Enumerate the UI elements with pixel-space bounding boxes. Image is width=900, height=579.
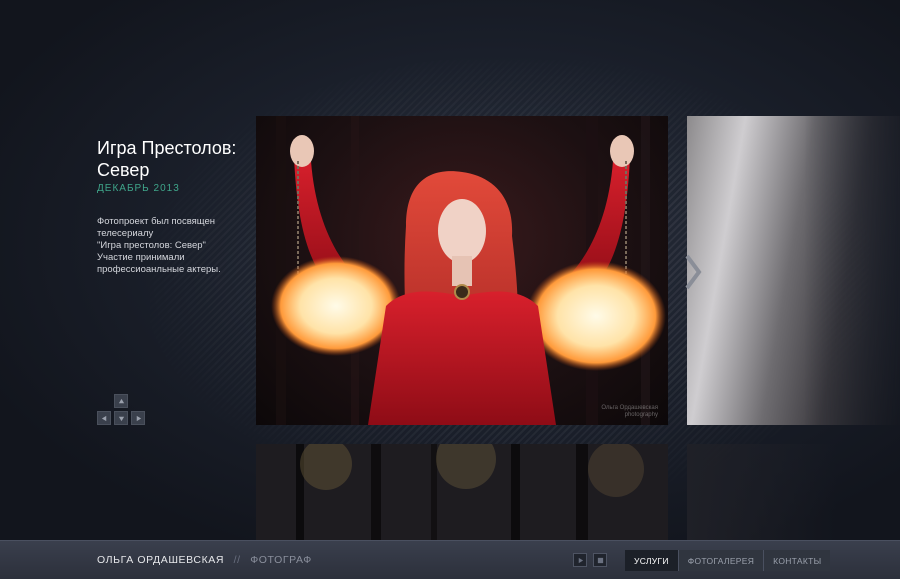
nav-left-button[interactable] <box>97 411 111 425</box>
next-photo-preview[interactable] <box>687 116 900 425</box>
nav-right-button[interactable] <box>131 411 145 425</box>
photographer-name[interactable]: ОЛЬГА ОРДАШЕВСКАЯ <box>97 554 224 566</box>
project-title: Игра Престолов: Север <box>97 138 237 180</box>
main-photo[interactable]: Ольга Ордашевская photography <box>256 116 668 425</box>
photographer-role: ФОТОГРАФ <box>250 554 312 566</box>
brand: ОЛЬГА ОРДАШЕВСКАЯ // ФОТОГРАФ <box>97 554 312 566</box>
brand-separator: // <box>233 554 241 566</box>
menu-item-services[interactable]: УСЛУГИ <box>625 550 678 571</box>
slideshow-play-button[interactable] <box>573 553 587 567</box>
nav-up-button[interactable] <box>114 394 128 408</box>
project-description: Фотопроект был посвящен телесериалу "Игр… <box>97 216 221 275</box>
lower-right-preview <box>687 444 837 540</box>
nav-down-button[interactable] <box>114 411 128 425</box>
slideshow-stage: Игра Престолов: Север ДЕКАБРЬ 2013 Фотоп… <box>0 0 900 540</box>
play-icon <box>578 557 583 563</box>
arrow-right-icon <box>136 415 141 421</box>
photo-watermark: Ольга Ордашевская photography <box>601 405 658 418</box>
arrow-down-icon <box>118 416 124 421</box>
project-date: ДЕКАБРЬ 2013 <box>97 183 180 194</box>
stop-icon <box>597 557 603 563</box>
slideshow-stop-button[interactable] <box>593 553 607 567</box>
photo-illustration <box>271 116 666 425</box>
menu-item-contacts[interactable]: КОНТАКТЫ <box>763 550 831 571</box>
gallery-navigation <box>97 394 147 426</box>
chevron-right-icon[interactable] <box>683 254 703 290</box>
project-info: Игра Престолов: Север ДЕКАБРЬ 2013 Фотоп… <box>97 137 257 276</box>
forest-illustration <box>256 444 668 540</box>
menu-item-gallery[interactable]: ФОТОГАЛЕРЕЯ <box>677 550 764 571</box>
footer-bar: ОЛЬГА ОРДАШЕВСКАЯ // ФОТОГРАФ УСЛУГИ ФОТ… <box>0 540 900 579</box>
lower-photo-preview[interactable] <box>256 444 668 540</box>
arrow-left-icon <box>101 415 106 421</box>
arrow-up-icon <box>118 398 124 403</box>
main-menu: УСЛУГИ ФОТОГАЛЕРЕЯ КОНТАКТЫ <box>625 550 831 571</box>
